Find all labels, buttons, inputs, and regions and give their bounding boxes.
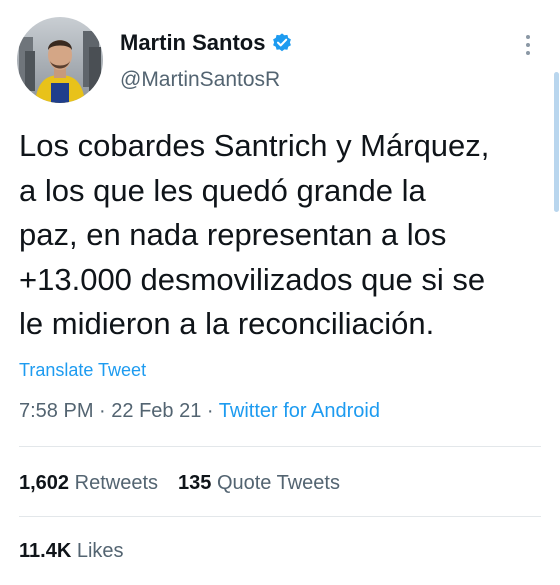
divider <box>19 516 541 517</box>
likes-stat[interactable]: 11.4K Likes <box>19 540 124 562</box>
meta-separator: · <box>206 400 214 422</box>
meta-separator: · <box>99 400 106 422</box>
retweets-count: 1,602 <box>19 472 70 494</box>
engagement-stats-row: 1,602 Retweets 135 Quote Tweets <box>19 472 340 495</box>
verified-badge-icon <box>273 33 292 52</box>
divider <box>19 446 541 447</box>
avatar-image <box>17 17 103 103</box>
tweet-date: 22 Feb 21 <box>111 400 202 422</box>
tweet-detail: Martin Santos @MartinSantosR Los cobarde… <box>0 0 560 585</box>
avatar[interactable] <box>17 17 103 103</box>
scrollbar[interactable] <box>554 72 559 212</box>
more-options-icon[interactable] <box>520 33 536 57</box>
translate-tweet-link[interactable]: Translate Tweet <box>19 360 146 381</box>
tweet-time: 7:58 PM <box>19 400 94 422</box>
retweets-label: Retweets <box>74 472 158 494</box>
tweet-text: Los cobardes Santrich y Márquez, a los q… <box>19 128 490 341</box>
tweet-metadata: 7:58 PM · 22 Feb 21 · Twitter for Androi… <box>19 400 380 423</box>
author-display-name[interactable]: Martin Santos <box>120 30 265 56</box>
quote-tweets-stat[interactable]: 135 Quote Tweets <box>178 472 340 494</box>
likes-count: 11.4K <box>19 540 72 562</box>
quote-tweets-count: 135 <box>178 472 212 494</box>
likes-label: Likes <box>76 540 124 562</box>
tweet-source-link[interactable]: Twitter for Android <box>219 400 380 422</box>
likes-stats-row: 11.4K Likes <box>19 540 124 563</box>
retweets-stat[interactable]: 1,602 Retweets <box>19 472 158 494</box>
quote-tweets-label: Quote Tweets <box>216 472 340 494</box>
author-handle[interactable]: @MartinSantosR <box>120 68 280 92</box>
author-name-row[interactable]: Martin Santos <box>120 28 293 58</box>
